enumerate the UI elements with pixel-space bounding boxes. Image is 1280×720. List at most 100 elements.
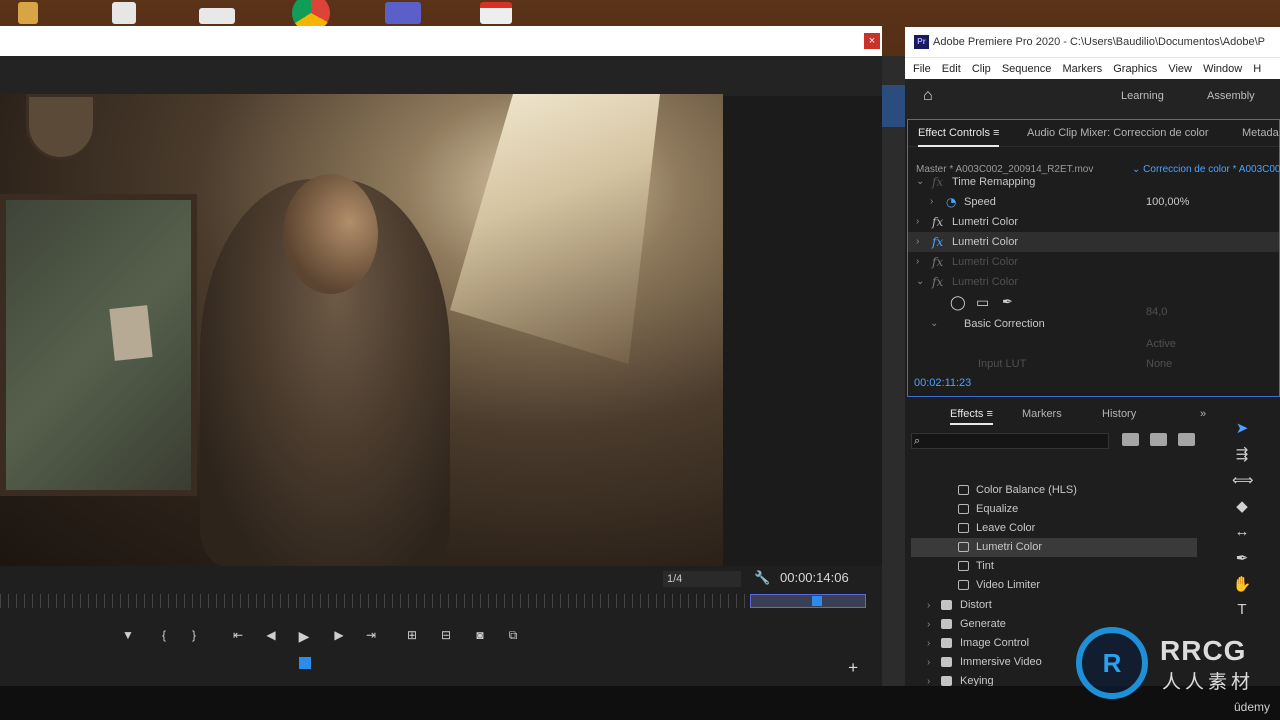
workspace-learning[interactable]: Learning — [1121, 90, 1164, 102]
effect-row-lumetri-4[interactable]: ⌄ fx Lumetri Color — [908, 272, 1279, 292]
chevron-right-icon[interactable]: › — [927, 596, 930, 615]
razor-tool-icon[interactable]: ◆ — [1232, 497, 1252, 515]
mark-in-icon[interactable]: { — [154, 628, 174, 642]
yuv-effects-icon[interactable] — [1178, 433, 1195, 446]
effect-row-speed[interactable]: › ◔ Speed 100,00% — [908, 192, 1279, 212]
ripple-edit-icon[interactable]: ⟺ — [1232, 471, 1254, 489]
mark-out-icon[interactable]: } — [184, 628, 204, 642]
folder-icon[interactable] — [18, 2, 38, 24]
tab-metadata[interactable]: Metada — [1242, 127, 1279, 139]
accelerated-effects-icon[interactable] — [1122, 433, 1139, 446]
in-out-range[interactable] — [750, 594, 866, 608]
wrench-icon[interactable]: 🔧 — [754, 570, 770, 586]
step-back-icon[interactable]: ◀ — [261, 628, 281, 642]
chevron-right-icon[interactable]: › — [930, 192, 933, 212]
chevron-right-icon[interactable]: › — [927, 634, 930, 653]
tab-audio-clip-mixer[interactable]: Audio Clip Mixer: Correccion de color — [1027, 127, 1209, 139]
tab-effects[interactable]: Effects ≡ — [950, 408, 993, 425]
menu-file[interactable]: File — [913, 63, 931, 75]
menu-edit[interactable]: Edit — [942, 63, 961, 75]
effect-folder[interactable]: › Distort — [911, 596, 1197, 615]
effect-row-time-remapping[interactable]: ⌄ fx Time Remapping — [908, 172, 1279, 192]
play-icon[interactable]: ▶ — [294, 628, 314, 645]
effect-row-lumetri-3[interactable]: › fx Lumetri Color — [908, 252, 1279, 272]
chevron-right-icon[interactable]: › — [927, 653, 930, 672]
insert-icon[interactable]: ⊞ — [402, 628, 422, 642]
go-to-out-icon[interactable]: ⇥ — [361, 628, 381, 642]
speed-value[interactable]: 100,00% — [1146, 192, 1189, 212]
hand-tool-icon[interactable]: ✋ — [1232, 575, 1252, 593]
multi-camera-icon[interactable] — [299, 657, 311, 669]
32-bit-effects-icon[interactable] — [1150, 433, 1167, 446]
fx-icon[interactable]: fx — [932, 252, 943, 272]
home-icon[interactable]: ⌂ — [923, 87, 933, 105]
document-icon[interactable] — [112, 2, 136, 24]
effect-item[interactable]: Leave Color — [911, 519, 1197, 538]
panel-overflow-icon[interactable]: » — [1200, 408, 1206, 420]
go-to-in-icon[interactable]: ⇤ — [228, 628, 248, 642]
effect-value[interactable]: 84,0 — [1146, 302, 1167, 322]
menu-graphics[interactable]: Graphics — [1113, 63, 1157, 75]
effect-row-active[interactable]: Active — [908, 334, 1279, 354]
effects-search-input[interactable]: ⌕ — [911, 433, 1109, 449]
resolution-select[interactable]: 1/4 — [663, 571, 741, 587]
menu-clip[interactable]: Clip — [972, 63, 991, 75]
step-forward-icon[interactable]: ▶ — [329, 628, 349, 642]
chevron-right-icon[interactable]: › — [927, 615, 930, 634]
playhead[interactable] — [812, 596, 822, 606]
track-select-icon[interactable]: ⇶ — [1232, 445, 1252, 463]
pdf-icon[interactable] — [480, 2, 512, 24]
type-tool-icon[interactable]: T — [1232, 601, 1252, 618]
workspace-assembly[interactable]: Assembly — [1207, 90, 1255, 102]
fx-icon[interactable]: fx — [932, 272, 943, 292]
effect-controls-timecode[interactable]: 00:02:11:23 — [914, 377, 971, 389]
teams-icon[interactable] — [385, 2, 421, 24]
pen-tool-icon[interactable]: ✒ — [1232, 549, 1252, 567]
slip-tool-icon[interactable]: ↔ — [1232, 523, 1252, 540]
rectangle-mask-icon[interactable]: ▭ — [976, 292, 989, 312]
chevron-down-icon[interactable]: ⌄ — [930, 314, 938, 334]
effect-item[interactable]: Color Balance (HLS) — [911, 481, 1197, 500]
pen-mask-icon[interactable]: ✒ — [1002, 292, 1013, 312]
selection-tool-icon[interactable]: ➤ — [1232, 419, 1252, 437]
fx-icon[interactable]: fx — [932, 232, 943, 252]
active-checkbox-label[interactable]: Active — [1146, 334, 1176, 354]
video-frame[interactable] — [0, 94, 723, 566]
effect-row-input-lut[interactable]: Input LUT None — [908, 354, 1279, 374]
chevron-right-icon[interactable]: › — [916, 212, 919, 232]
menu-view[interactable]: View — [1168, 63, 1192, 75]
chevron-down-icon[interactable]: ⌄ — [916, 172, 924, 192]
playhead-timecode[interactable]: 00:00:14:06 — [780, 570, 849, 585]
effect-item[interactable]: Tint — [911, 557, 1197, 576]
marker-icon[interactable]: ▼ — [118, 628, 138, 642]
chevron-right-icon[interactable]: › — [927, 672, 930, 687]
menu-window[interactable]: Window — [1203, 63, 1242, 75]
menu-sequence[interactable]: Sequence — [1002, 63, 1052, 75]
effect-row-basic-correction[interactable]: ⌄ Basic Correction 84,0 — [908, 306, 1279, 334]
effect-item[interactable]: Video Limiter — [911, 576, 1197, 595]
export-frame-icon[interactable]: ◙ — [470, 628, 490, 642]
overwrite-icon[interactable]: ⊟ — [436, 628, 456, 642]
folder-label: Immersive Video — [960, 656, 1042, 668]
chevron-down-icon[interactable]: ⌄ — [916, 272, 924, 292]
add-button[interactable]: + — [848, 658, 858, 678]
menu-help[interactable]: H — [1253, 63, 1261, 75]
tab-effect-controls[interactable]: Effect Controls ≡ — [918, 127, 1000, 147]
ellipse-mask-icon[interactable]: ◯ — [950, 292, 966, 312]
mail-icon[interactable] — [199, 8, 235, 24]
tab-markers[interactable]: Markers — [1022, 408, 1062, 420]
effect-item-selected[interactable]: Lumetri Color — [911, 538, 1197, 557]
stopwatch-icon[interactable]: ◔ — [946, 192, 956, 212]
time-ruler[interactable] — [0, 594, 866, 608]
effect-item[interactable]: Equalize — [911, 500, 1197, 519]
effect-row-lumetri-2[interactable]: › fx Lumetri Color — [908, 232, 1279, 252]
menu-markers[interactable]: Markers — [1062, 63, 1102, 75]
chevron-right-icon[interactable]: › — [916, 232, 919, 252]
button-editor-icon[interactable]: ⧉ — [503, 628, 523, 643]
fx-icon[interactable]: fx — [932, 212, 943, 232]
tab-history[interactable]: History — [1102, 408, 1136, 420]
chevron-right-icon[interactable]: › — [916, 252, 919, 272]
effect-row-lumetri-1[interactable]: › fx Lumetri Color — [908, 212, 1279, 232]
input-lut-select[interactable]: None — [1146, 354, 1172, 374]
close-icon[interactable]: × — [864, 33, 880, 49]
